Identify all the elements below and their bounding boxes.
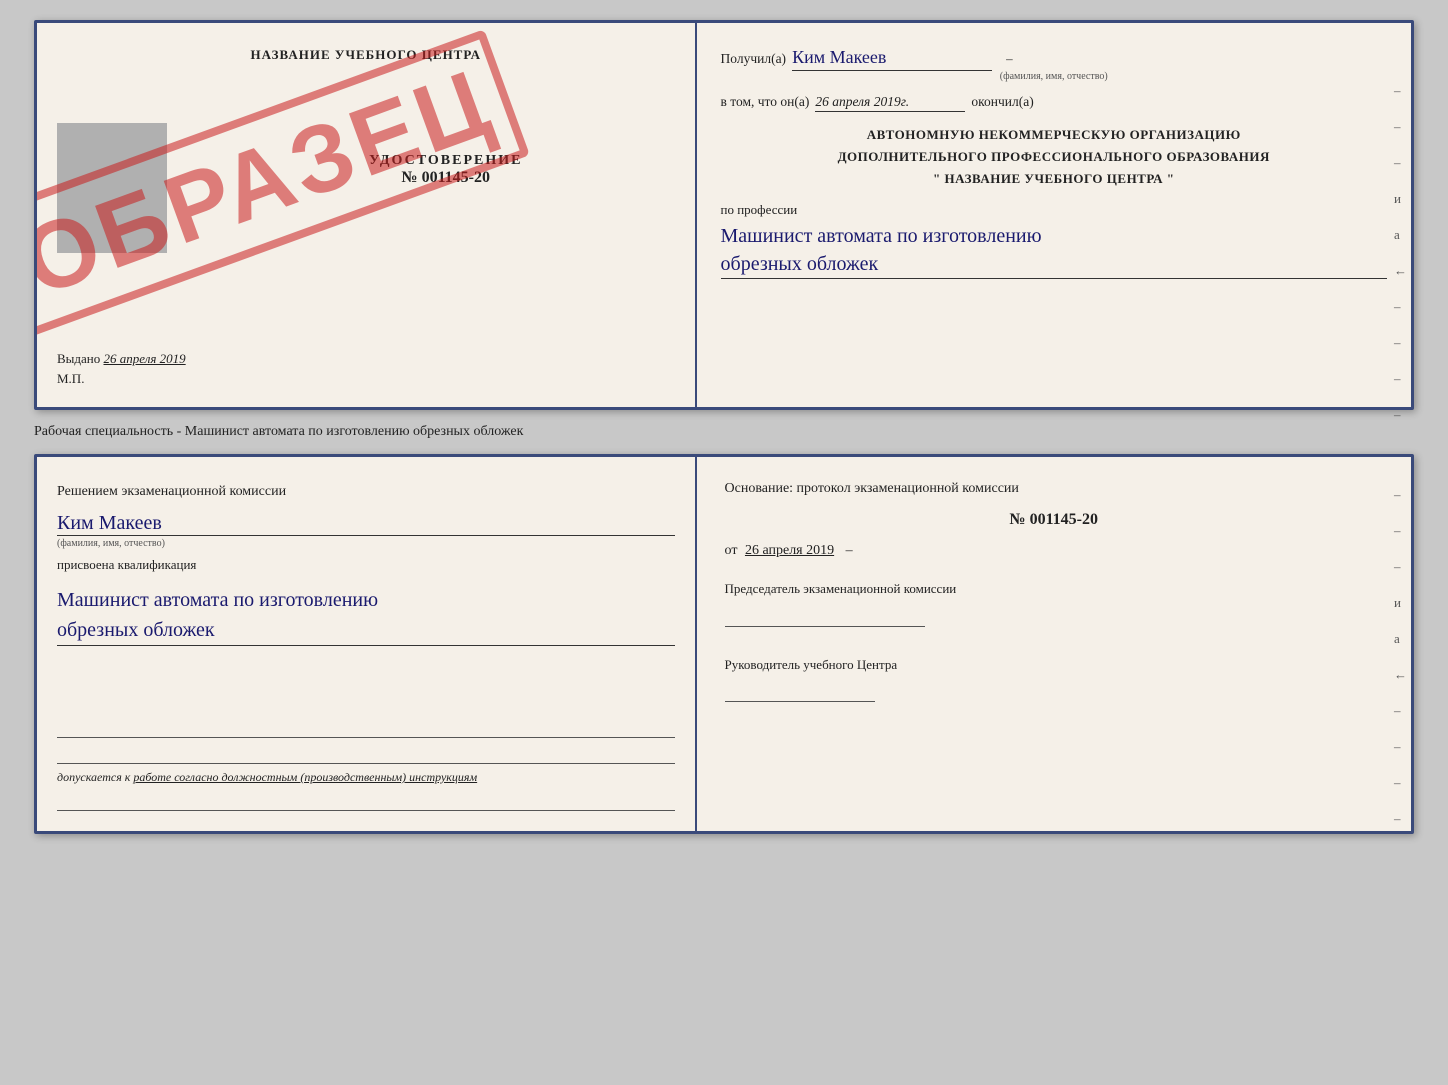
side-marks-right: – – – и а ← – – – – <box>1394 83 1407 423</box>
qual-допускается-value: работе согласно должностным (производств… <box>133 770 477 784</box>
cert-profession-label: по профессии <box>721 202 1387 218</box>
qual-chairman-line <box>725 607 925 627</box>
qual-line-2 <box>57 744 675 764</box>
qual-heading: Решением экзаменационной комиссии <box>57 481 675 502</box>
cert-recipient-name: Ким Макеев <box>792 47 992 71</box>
cert-recipient-block: Получил(а) Ким Макеев – (фамилия, имя, о… <box>721 47 1387 82</box>
qual-person-name: Ким Макеев <box>57 512 675 536</box>
cert-profession-block: по профессии Машинист автомата по изгото… <box>721 202 1387 279</box>
cert-photo <box>57 123 167 253</box>
qual-head-line <box>725 682 875 702</box>
qual-head-label: Руководитель учебного Центра <box>725 655 1383 675</box>
qual-допускается: допускается к работе согласно должностны… <box>57 770 675 785</box>
qual-right-panel: Основание: протокол экзаменационной коми… <box>697 457 1411 831</box>
qualification-spread: Решением экзаменационной комиссии Ким Ма… <box>34 454 1414 834</box>
cert-doc-label: УДОСТОВЕРЕНИЕ <box>217 153 675 169</box>
qual-date-value: 26 апреля 2019 <box>745 543 834 558</box>
cert-right-panel: Получил(а) Ким Макеев – (фамилия, имя, о… <box>697 23 1411 407</box>
qual-person-block: Ким Макеев (фамилия, имя, отчество) <box>57 510 675 549</box>
qual-profession-value: Машинист автомата по изготовлению обрезн… <box>57 585 675 646</box>
cert-left-panel: НАЗВАНИЕ УЧЕБНОГО ЦЕНТРА УДОСТОВЕРЕНИЕ №… <box>37 23 697 407</box>
qual-chairman-label: Председатель экзаменационной комиссии <box>725 579 1383 599</box>
cert-title: НАЗВАНИЕ УЧЕБНОГО ЦЕНТРА <box>57 47 675 63</box>
qual-right-heading: Основание: протокол экзаменационной коми… <box>725 481 1383 497</box>
cert-profession-value: Машинист автомата по изготовлению обрезн… <box>721 222 1387 279</box>
qual-fio-label: (фамилия, имя, отчество) <box>57 538 675 549</box>
qual-chairman-block: Председатель экзаменационной комиссии <box>725 579 1383 627</box>
cert-recipient-line: Получил(а) Ким Макеев – <box>721 47 1387 71</box>
cert-org-block: АВТОНОМНУЮ НЕКОММЕРЧЕСКУЮ ОРГАНИЗАЦИЮ ДО… <box>721 124 1387 190</box>
cert-doc-number: № 001145-20 <box>217 169 675 187</box>
qual-line-3 <box>57 791 675 811</box>
qual-bottom-lines: допускается к работе согласно должностны… <box>57 718 675 811</box>
cert-date-value: 26 апреля 2019г. <box>815 94 965 112</box>
qual-assigned-label: присвоена квалификация <box>57 557 675 573</box>
cert-recipient-sublabel: (фамилия, имя, отчество) <box>721 71 1387 82</box>
qual-date-line: от 26 апреля 2019 – <box>725 543 1383 559</box>
qual-side-marks: – – – и а ← – – – – <box>1394 487 1407 827</box>
qual-protocol-number: № 001145-20 <box>725 511 1383 529</box>
qual-head-block: Руководитель учебного Центра <box>725 655 1383 703</box>
certificate-spread: НАЗВАНИЕ УЧЕБНОГО ЦЕНТРА УДОСТОВЕРЕНИЕ №… <box>34 20 1414 410</box>
qual-line-1 <box>57 718 675 738</box>
qual-left-panel: Решением экзаменационной комиссии Ким Ма… <box>37 457 697 831</box>
cert-issued-date: Выдано 26 апреля 2019 <box>57 341 675 367</box>
cert-date-line: в том, что он(а) 26 апреля 2019г. окончи… <box>721 94 1387 112</box>
cert-mp: М.П. <box>57 371 675 387</box>
caption: Рабочая специальность - Машинист автомат… <box>34 420 1414 444</box>
document-container: НАЗВАНИЕ УЧЕБНОГО ЦЕНТРА УДОСТОВЕРЕНИЕ №… <box>34 20 1414 834</box>
